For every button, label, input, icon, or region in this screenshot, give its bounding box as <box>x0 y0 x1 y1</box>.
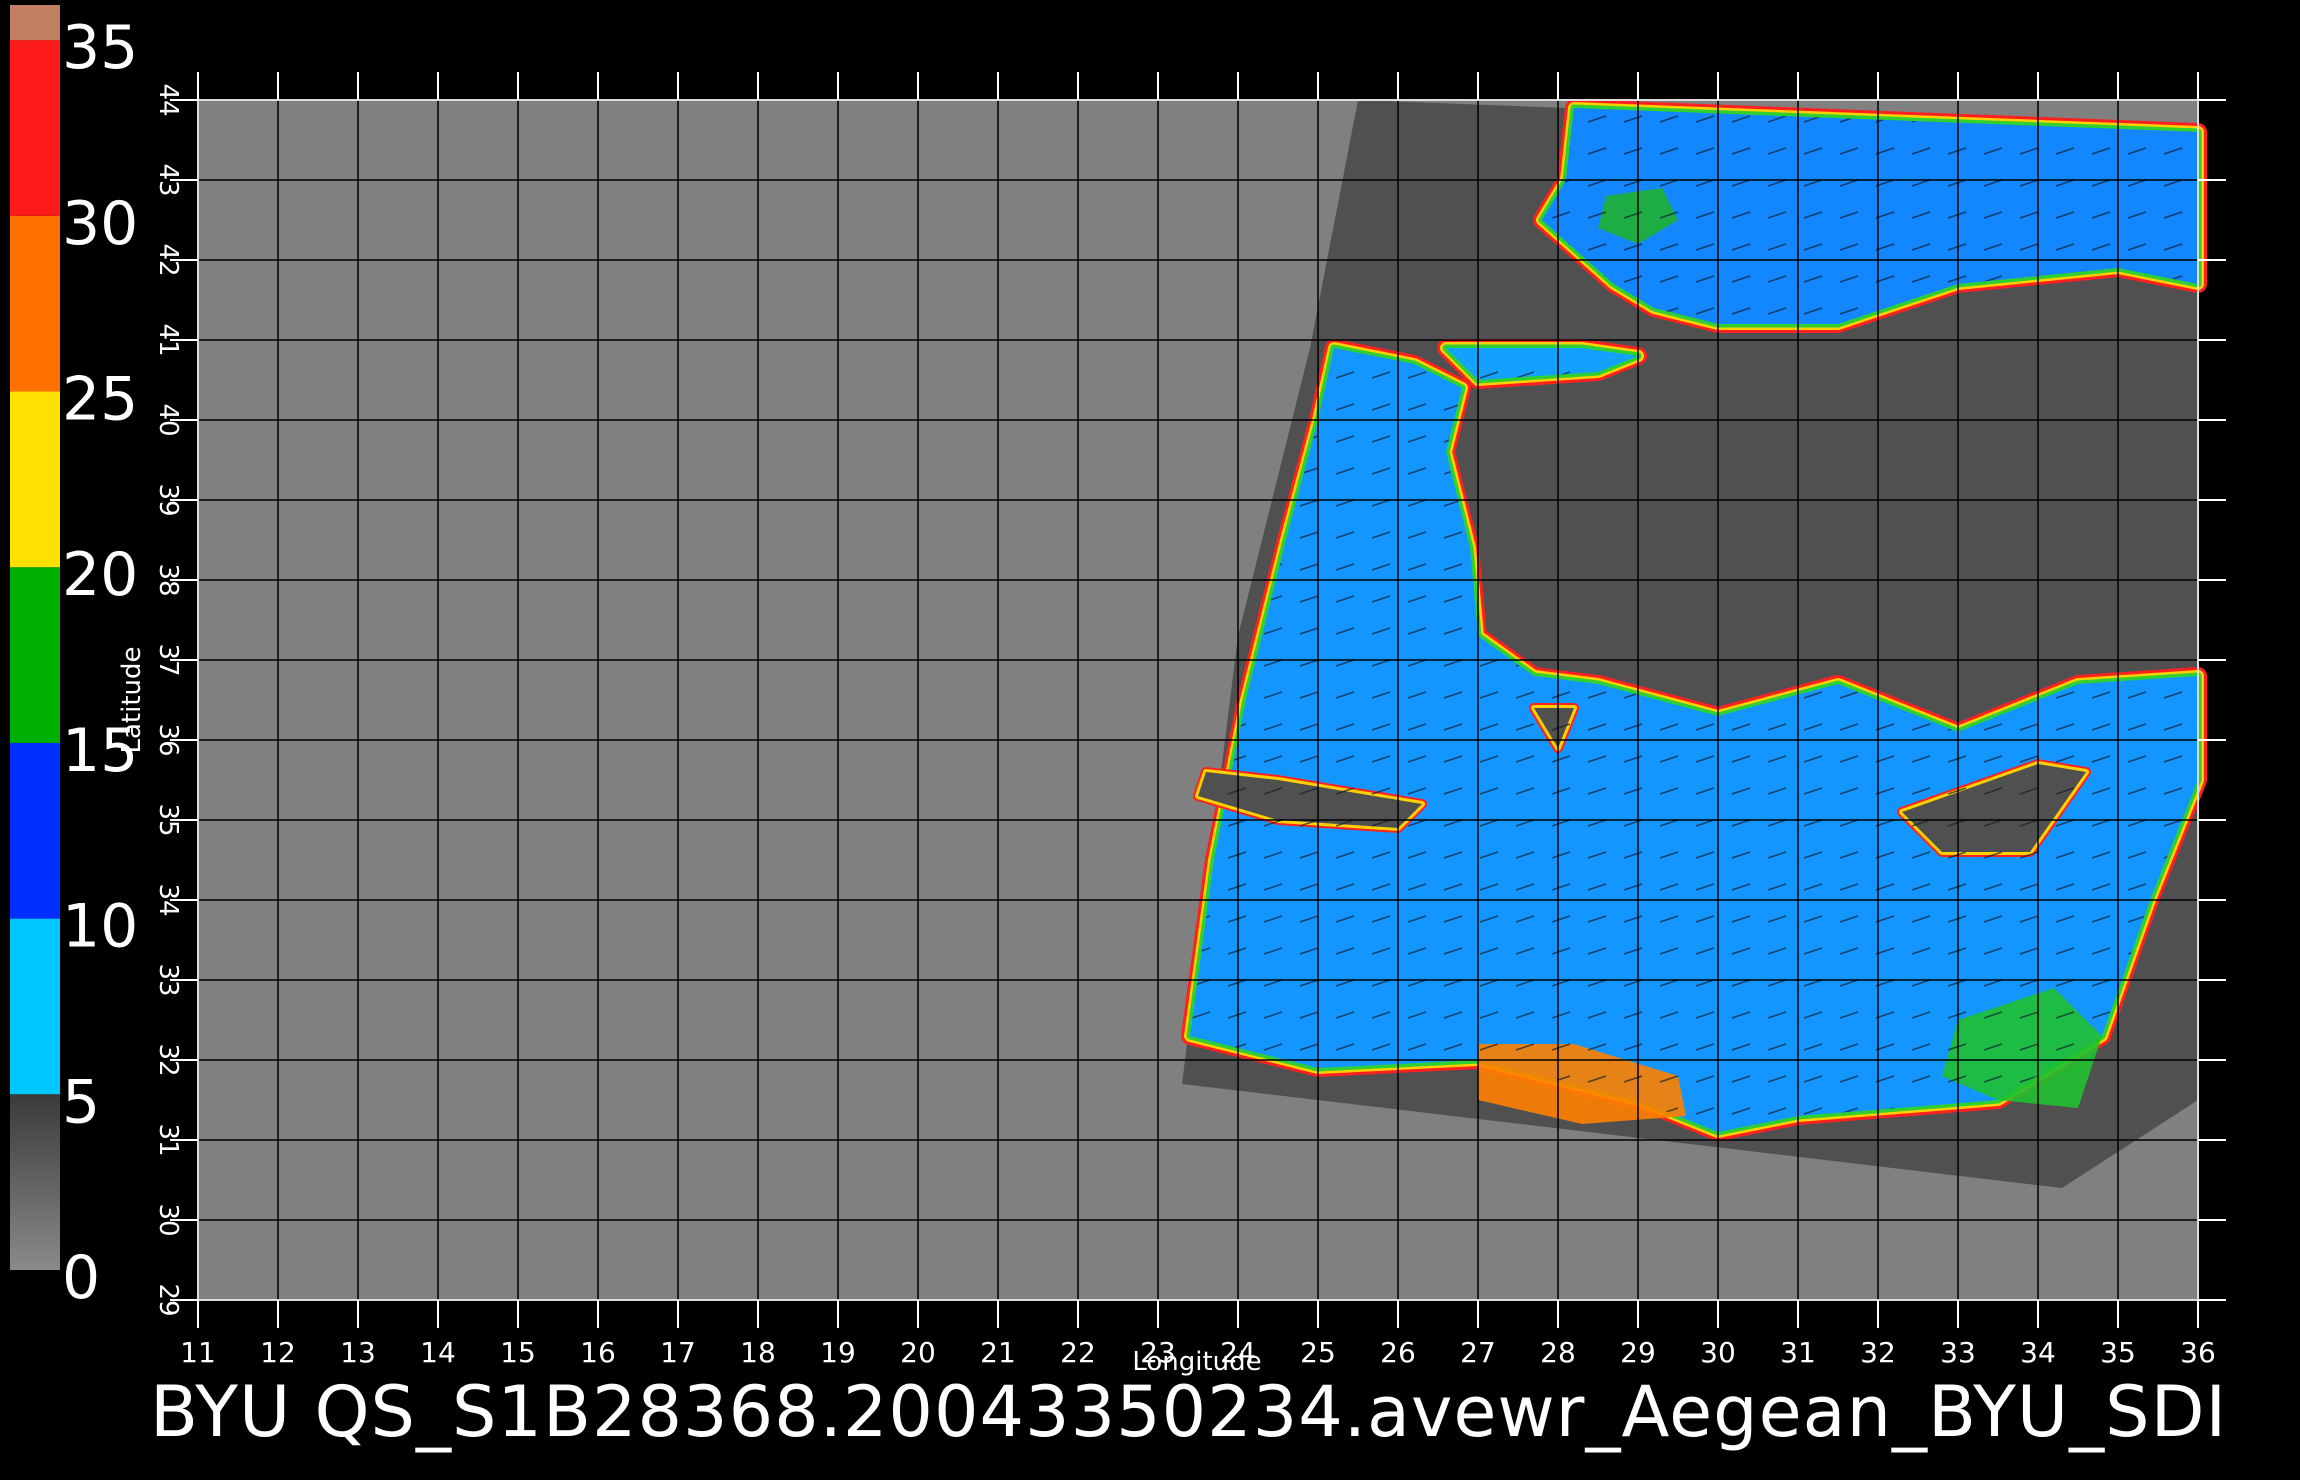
x-tick-label: 25 <box>1300 1336 1336 1369</box>
y-tick-label: 39 <box>153 483 183 516</box>
colorbar-segment <box>10 40 60 216</box>
x-tick-label: 33 <box>1940 1336 1976 1369</box>
colorbar-tick-label: 30 <box>62 189 138 259</box>
x-tick-label: 35 <box>2100 1336 2136 1369</box>
colorbar-tick-label: 5 <box>62 1067 100 1137</box>
y-tick-label: 32 <box>153 1043 183 1076</box>
y-tick-label: 43 <box>153 163 183 196</box>
x-tick-label: 29 <box>1620 1336 1656 1369</box>
y-tick-label: 35 <box>153 803 183 836</box>
x-tick-label: 28 <box>1540 1336 1576 1369</box>
x-tick-label: 20 <box>900 1336 936 1369</box>
x-tick-label: 26 <box>1380 1336 1416 1369</box>
colorbar-segment <box>10 215 60 392</box>
y-tick-label: 33 <box>153 963 183 996</box>
x-tick-label: 12 <box>260 1336 296 1369</box>
y-tick-label: 29 <box>153 1283 183 1316</box>
y-tick-label: 37 <box>153 643 183 676</box>
colorbar-tick-label: 20 <box>62 540 138 610</box>
colorbar-segment <box>10 391 60 568</box>
y-tick-label: 36 <box>153 723 183 756</box>
colorbar-tick-label: 25 <box>62 365 138 435</box>
x-tick-label: 13 <box>340 1336 376 1369</box>
y-axis-label: Latitude <box>117 646 147 753</box>
x-tick-label: 36 <box>2180 1336 2216 1369</box>
colorbar-tick-label: 0 <box>62 1243 100 1313</box>
x-tick-label: 18 <box>740 1336 776 1369</box>
y-tick-label: 30 <box>153 1203 183 1236</box>
wind-speed-map: 35302520151050 11 12 13 14 15 16 17 18 19 20 21 22 2… <box>10 5 2226 1377</box>
y-tick-label: 38 <box>153 563 183 596</box>
colorbar-segment <box>10 5 60 41</box>
x-tick-label: 14 <box>420 1336 456 1369</box>
x-tick-label: 34 <box>2020 1336 2056 1369</box>
y-tick-label: 40 <box>153 403 183 436</box>
colorbar-segment <box>10 742 60 919</box>
x-tick-label: 21 <box>980 1336 1016 1369</box>
x-tick-label: 31 <box>1780 1336 1816 1369</box>
x-tick-label: 22 <box>1060 1336 1096 1369</box>
x-tick-label: 17 <box>660 1336 696 1369</box>
y-tick-label: 31 <box>153 1123 183 1156</box>
colorbar-segment <box>10 918 60 1095</box>
colorbar <box>10 5 60 1270</box>
image-caption: BYU QS_S1B28368.20043350234.avewr_Aegean… <box>150 1371 2228 1453</box>
x-tick-label: 16 <box>580 1336 616 1369</box>
x-tick-label: 30 <box>1700 1336 1736 1369</box>
colorbar-tick-label: 10 <box>62 892 138 962</box>
y-tick-label: 34 <box>153 883 183 916</box>
colorbar-segment <box>10 567 60 743</box>
x-tick-label: 11 <box>180 1336 216 1369</box>
map-plot-area: 11 12 13 14 15 16 17 18 19 20 21 22 23 24 25 26 27 28 29 30… <box>117 72 2226 1377</box>
y-tick-label: 41 <box>153 323 183 356</box>
y-tick-label: 42 <box>153 243 183 276</box>
colorbar-tick-label: 35 <box>62 13 138 83</box>
x-tick-label: 32 <box>1860 1336 1896 1369</box>
x-tick-label: 19 <box>820 1336 856 1369</box>
x-tick-label: 27 <box>1460 1336 1496 1369</box>
y-tick-label: 44 <box>153 83 183 116</box>
x-tick-label: 15 <box>500 1336 536 1369</box>
